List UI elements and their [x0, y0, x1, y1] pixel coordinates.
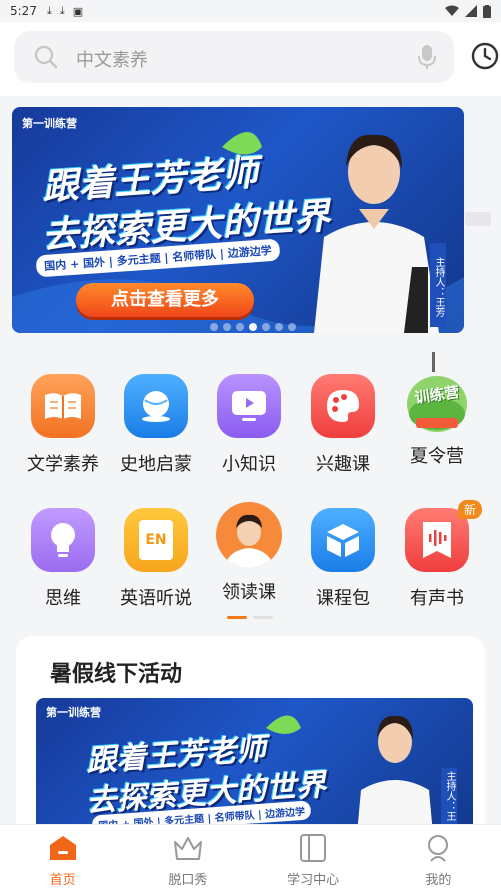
status-time: 5:27: [10, 4, 37, 18]
tab-profile[interactable]: 我的: [376, 825, 501, 892]
category-pager[interactable]: [227, 616, 273, 619]
teacher-avatar: [216, 502, 282, 568]
wifi-icon: [445, 5, 459, 16]
promo-banner[interactable]: 第一训练营 跟着王芳老师 去探索更大的世界 国内 + 国外 | 多元主题 | 名…: [12, 107, 464, 333]
category-audio-book[interactable]: 新 有声书: [390, 500, 484, 610]
tab-learning-center[interactable]: 学习中心: [251, 825, 376, 892]
signal-icon: [465, 5, 477, 17]
category-label: 有声书: [410, 588, 464, 609]
carousel-dot[interactable]: [236, 323, 244, 331]
tab-home[interactable]: 首页: [0, 825, 125, 892]
carousel-dot[interactable]: [288, 323, 296, 331]
home-icon: [49, 836, 76, 860]
host-label: 主持人：王芳: [430, 243, 446, 327]
summer-activity-section: 暑假线下活动 第一训练营 跟着王芳老师 去探索更大的世界 国内 + 国外 | 多…: [16, 636, 485, 856]
book-icon: [31, 374, 95, 438]
search-icon: [34, 45, 58, 69]
carousel-dot[interactable]: [262, 323, 270, 331]
camp-illustration: 训练营: [402, 352, 472, 438]
tab-talk-show[interactable]: 脱口秀: [125, 825, 250, 892]
teacher-photo: [314, 134, 439, 333]
tab-label: 首页: [49, 873, 76, 888]
carousel-dot-active[interactable]: [249, 323, 257, 331]
search-placeholder: 中文素养: [76, 50, 148, 71]
pager-dot-active[interactable]: [227, 616, 247, 619]
tab-label: 学习中心: [287, 873, 340, 888]
next-banner-peek[interactable]: [465, 212, 491, 226]
category-thinking[interactable]: 思维: [16, 508, 110, 610]
category-knowledge[interactable]: 小知识: [202, 374, 296, 476]
profile-icon: [428, 835, 449, 862]
new-badge: 新: [457, 500, 482, 519]
search-header: 中文素养: [0, 22, 501, 96]
microphone-icon[interactable]: [418, 44, 436, 70]
notification-icon: ▣: [72, 4, 84, 18]
category-label: 思维: [45, 588, 81, 609]
category-english[interactable]: EN 英语听说: [109, 508, 203, 610]
category-label: 兴趣课: [316, 454, 370, 475]
camp-label: 第一训练营: [46, 706, 101, 719]
view-more-button[interactable]: 点击查看更多: [76, 283, 254, 317]
pager-dot[interactable]: [253, 616, 273, 619]
download-icon: ⤓: [59, 4, 65, 17]
bottom-tab-bar: 首页 脱口秀 学习中心 我的: [0, 824, 501, 892]
category-course-pack[interactable]: 课程包: [296, 508, 390, 610]
carousel-dot[interactable]: [223, 323, 231, 331]
history-icon[interactable]: [470, 41, 500, 71]
package-icon: [311, 508, 375, 572]
category-label: 领读课: [222, 582, 276, 603]
category-interest[interactable]: 兴趣课: [296, 374, 390, 476]
crown-icon: [173, 837, 202, 860]
tab-label: 脱口秀: [168, 873, 208, 888]
battery-icon: [483, 4, 491, 18]
english-book-art-text: EN: [139, 520, 173, 560]
category-label: 小知识: [222, 454, 276, 475]
category-label: 夏令营: [410, 446, 464, 467]
download-icon: ⤓: [46, 4, 52, 17]
category-guided-reading[interactable]: 领读课: [202, 502, 296, 604]
category-literature[interactable]: 文学素养: [16, 374, 110, 476]
search-bar[interactable]: 中文素养: [14, 31, 454, 83]
camp-label: 第一训练营: [22, 117, 77, 130]
status-bar: 5:27 ⤓ ⤓ ▣: [0, 0, 501, 22]
book-panel-icon: [300, 834, 327, 862]
carousel-dot[interactable]: [210, 323, 218, 331]
tab-label: 我的: [425, 873, 452, 888]
category-label: 史地启蒙: [120, 454, 192, 475]
carousel-indicator[interactable]: [210, 323, 296, 331]
carousel-dot[interactable]: [275, 323, 283, 331]
category-label: 英语听说: [120, 588, 192, 609]
category-history-geography[interactable]: 史地启蒙: [109, 374, 203, 476]
monitor-play-icon: [217, 374, 281, 438]
category-summer-camp[interactable]: 训练营 夏令营: [390, 352, 484, 468]
palette-icon: [311, 374, 375, 438]
english-book-icon: EN: [124, 508, 188, 572]
category-label: 文学素养: [27, 454, 99, 475]
lightbulb-icon: [31, 508, 95, 572]
category-label: 课程包: [316, 588, 370, 609]
section-title: 暑假线下活动: [50, 662, 183, 687]
planet-icon: [124, 374, 188, 438]
